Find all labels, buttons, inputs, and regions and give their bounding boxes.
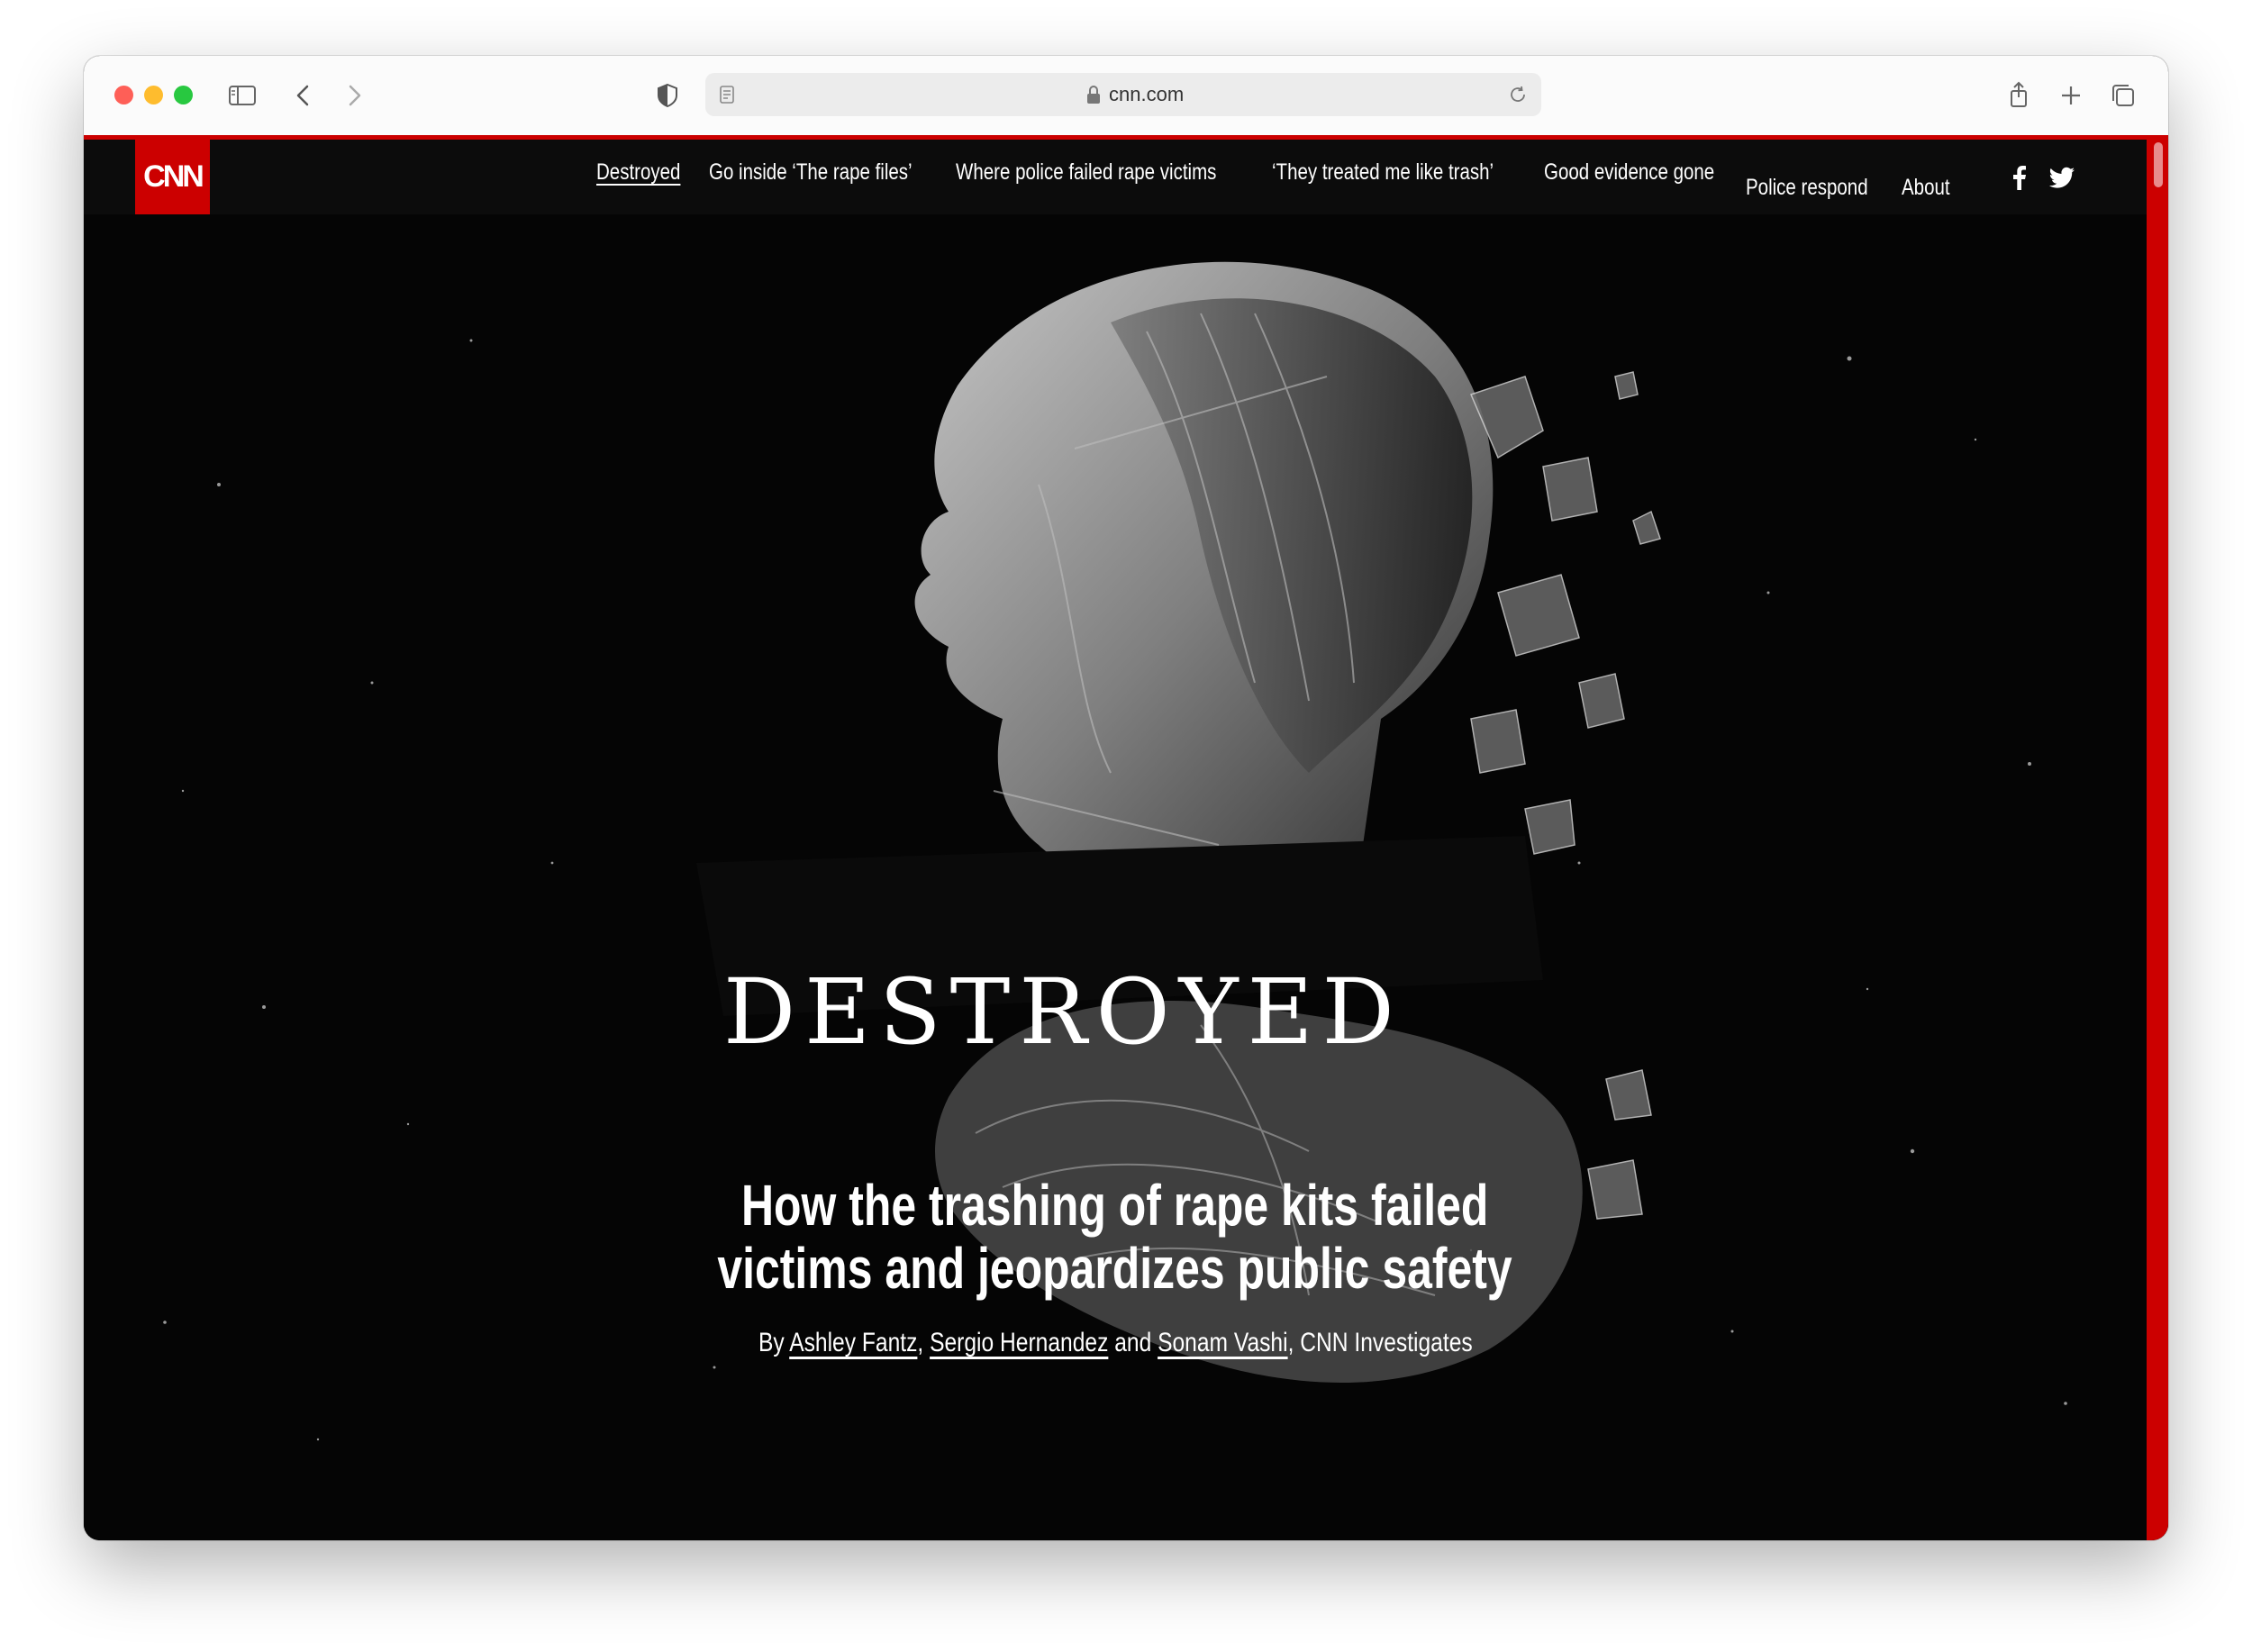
tabs-icon[interactable]: [2107, 79, 2139, 112]
page-viewport: CNN Destroyed Go inside ‘The rape files’…: [84, 135, 2168, 1540]
hero-section: DESTROYED How the trashing of rape kits …: [84, 214, 2147, 1540]
headline-line-2: victims and jeopardizes public safety: [717, 1236, 1513, 1301]
nav-rape-files[interactable]: Go inside ‘The rape files’: [709, 159, 913, 186]
byline-separator: and: [1108, 1328, 1158, 1357]
back-icon[interactable]: [287, 79, 320, 112]
nav-good-evidence-gone[interactable]: Good evidence gone: [1544, 159, 1714, 186]
scrollbar[interactable]: [2147, 135, 2168, 1540]
forward-icon[interactable]: [338, 79, 370, 112]
headline-line-1: How the trashing of rape kits failed: [741, 1173, 1489, 1238]
article-headline: How the trashing of rape kits failed vic…: [84, 1174, 2147, 1300]
shield-icon[interactable]: [651, 79, 684, 112]
site-navigation: CNN Destroyed Go inside ‘The rape files’…: [84, 140, 2147, 214]
nav-destroyed[interactable]: Destroyed: [596, 159, 680, 186]
byline-separator: ,: [917, 1328, 930, 1357]
browser-window: cnn.com CNN Destroyed Go inside ‘The rap…: [84, 56, 2168, 1540]
facebook-icon[interactable]: [2005, 163, 2034, 192]
twitter-icon[interactable]: [2048, 163, 2076, 192]
nav-about[interactable]: About: [1902, 175, 1950, 201]
minimize-window-button[interactable]: [144, 86, 163, 104]
destroyed-title-art: DESTROYED: [723, 959, 1403, 1065]
nav-police-failed[interactable]: Where police failed rape victims: [956, 159, 1216, 186]
browser-toolbar: cnn.com: [84, 56, 2168, 136]
byline-suffix: , CNN Investigates: [1287, 1328, 1473, 1357]
byline: By Ashley Fantz, Sergio Hernandez and So…: [84, 1328, 2147, 1358]
scrollbar-thumb[interactable]: [2154, 142, 2163, 187]
maximize-window-button[interactable]: [174, 86, 193, 104]
close-window-button[interactable]: [114, 86, 133, 104]
reload-icon[interactable]: [1507, 84, 1529, 105]
cnn-logo[interactable]: CNN: [135, 140, 210, 214]
nav-police-respond[interactable]: Police respond: [1746, 175, 1868, 201]
author-link-sonam-vashi[interactable]: Sonam Vashi: [1158, 1328, 1287, 1357]
author-link-sergio-hernandez[interactable]: Sergio Hernandez: [930, 1328, 1108, 1357]
url-text: cnn.com: [1109, 83, 1185, 105]
page-icon[interactable]: [716, 84, 738, 105]
nav-treated-like-trash[interactable]: ‘They treated me like trash’: [1272, 159, 1494, 186]
new-tab-icon[interactable]: [2055, 79, 2087, 112]
share-icon[interactable]: [2002, 79, 2035, 112]
byline-prefix: By: [758, 1328, 789, 1357]
lock-icon: [1087, 86, 1100, 104]
title-art-text: DESTROYED: [723, 959, 1403, 1065]
author-link-ashley-fantz[interactable]: Ashley Fantz: [789, 1328, 917, 1357]
address-bar[interactable]: cnn.com: [705, 73, 1541, 116]
sidebar-icon[interactable]: [226, 79, 259, 112]
